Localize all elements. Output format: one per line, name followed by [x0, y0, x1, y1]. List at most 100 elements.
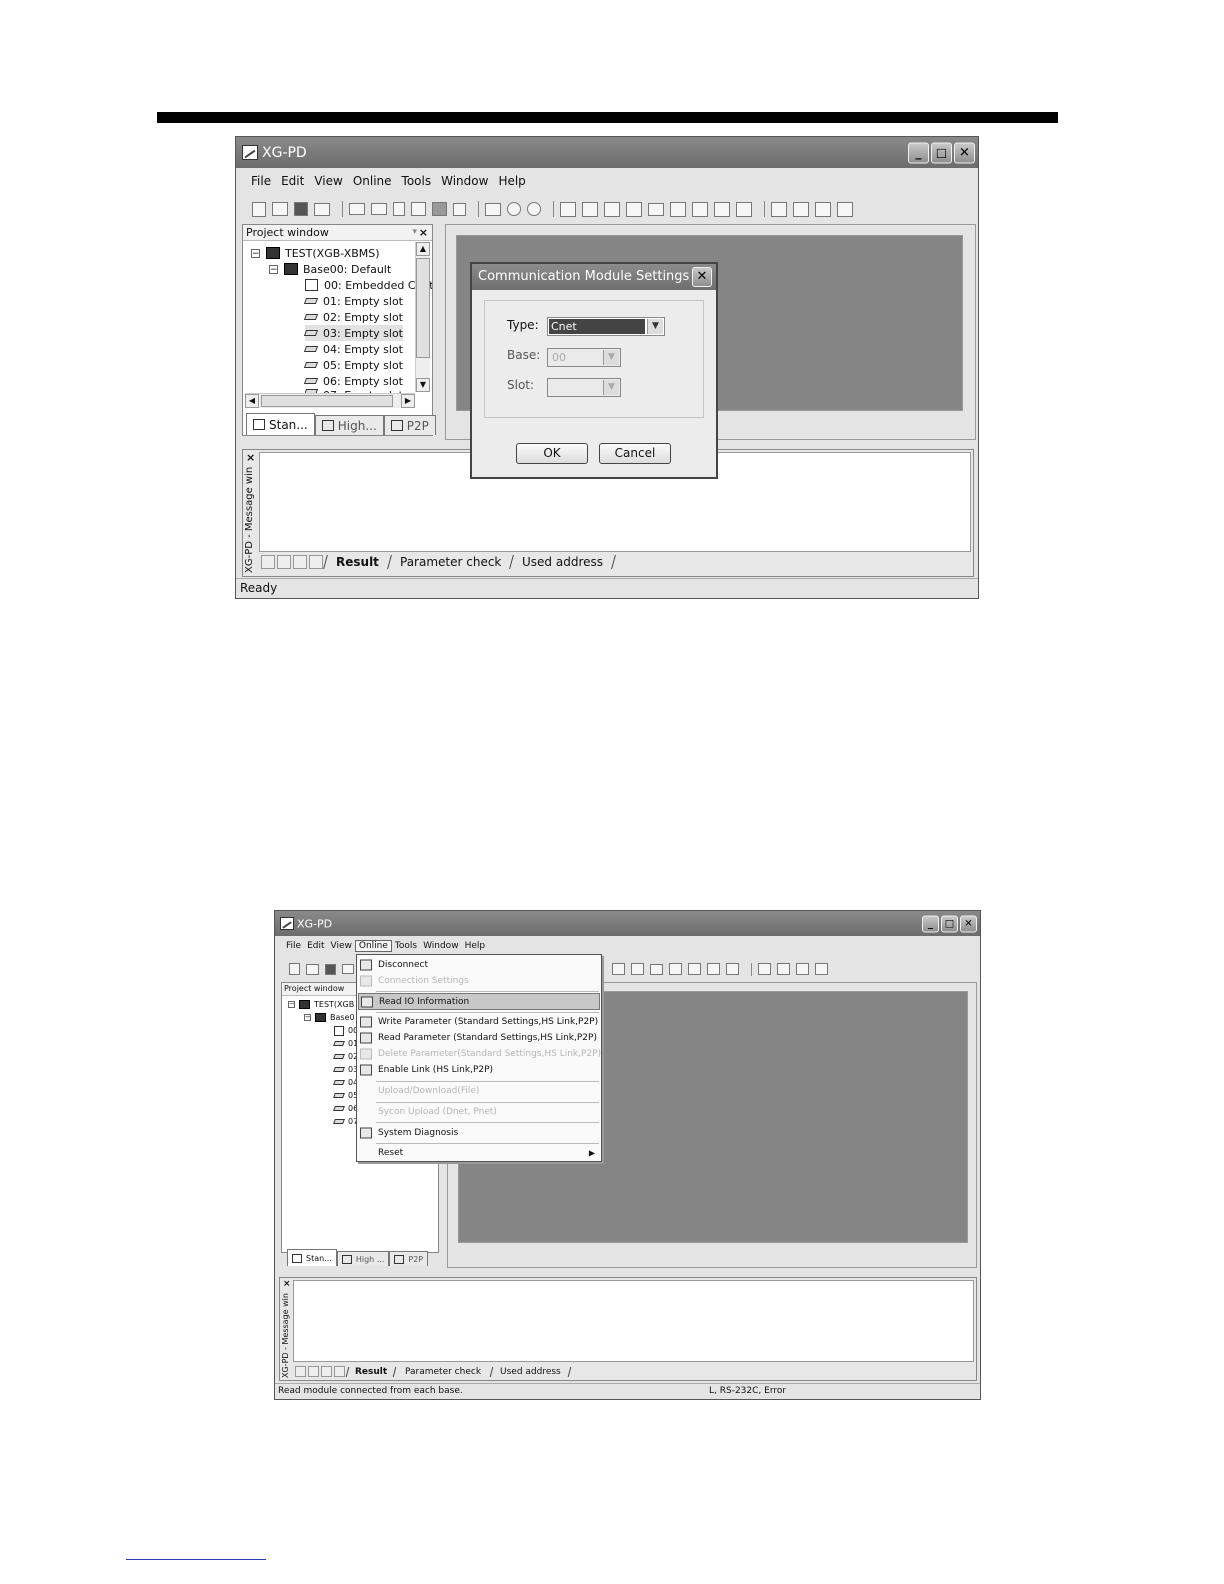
tab-standard[interactable]: Stan... [246, 413, 315, 435]
menu-tools[interactable]: Tools [397, 174, 437, 188]
tree-root[interactable]: − TEST(XGB-XBMS) [251, 245, 380, 261]
tab-standard[interactable]: Stan... [287, 1249, 337, 1266]
collapse-icon[interactable]: − [288, 1001, 295, 1008]
new-icon[interactable] [252, 201, 266, 217]
tree-slot-05[interactable]: 05: Empty slot [303, 357, 403, 373]
delete-param-icon[interactable] [650, 963, 663, 975]
close-icon[interactable]: × [419, 225, 428, 240]
undo-icon[interactable] [349, 203, 365, 215]
tree-slot-06[interactable]: 06 [333, 1102, 358, 1115]
prev-page-icon[interactable] [308, 1366, 319, 1377]
cascade-icon[interactable] [771, 201, 787, 217]
slot-select[interactable]: ▼ [547, 378, 621, 397]
first-page-icon[interactable] [261, 555, 275, 569]
monitor-icon[interactable] [726, 963, 739, 975]
disconnect-icon[interactable] [582, 201, 598, 217]
maximize-button[interactable]: □ [941, 915, 958, 932]
paste-icon[interactable] [432, 202, 447, 216]
chevron-down-icon[interactable]: ▼ [647, 319, 663, 334]
enable-link-icon[interactable] [670, 201, 686, 217]
tree-slot-05[interactable]: 05 [333, 1089, 358, 1102]
arrange-icon[interactable] [815, 963, 828, 975]
title-bar[interactable]: XG-PD _ □ ✕ [236, 137, 978, 168]
menu-online[interactable]: Online [354, 940, 392, 952]
chevron-down-icon[interactable]: ▼ [603, 380, 619, 395]
collapse-icon[interactable]: − [269, 264, 278, 274]
menu-window[interactable]: Window [420, 941, 462, 951]
next-page-icon[interactable] [321, 1366, 332, 1377]
write-param-icon[interactable] [612, 963, 625, 975]
menu-item-disconnect[interactable]: Disconnect [357, 957, 601, 973]
read-io-icon[interactable] [688, 963, 701, 975]
menu-view[interactable]: View [328, 941, 355, 951]
menu-online[interactable]: Online [348, 174, 397, 188]
tree-slot-04[interactable]: 04: Empty slot [303, 341, 403, 357]
tab-parameter-check[interactable]: Parameter check [392, 1366, 493, 1377]
monitor-icon[interactable] [736, 201, 752, 217]
last-page-icon[interactable] [334, 1366, 345, 1377]
tab-p2p[interactable]: P2P [383, 415, 436, 435]
redo-icon[interactable] [371, 203, 387, 215]
save-icon[interactable] [294, 202, 308, 216]
base-select[interactable]: 00 ▼ [547, 348, 621, 367]
tree-slot-00[interactable]: 00 [334, 1024, 358, 1037]
tab-used-address[interactable]: Used address [489, 1366, 572, 1377]
menu-item-system-diagnosis[interactable]: System Diagnosis [357, 1124, 601, 1141]
prev-page-icon[interactable] [277, 555, 291, 569]
horizontal-scrollbar[interactable]: ◀ ▶ [245, 393, 415, 408]
scroll-right-icon[interactable]: ▶ [401, 394, 415, 408]
write-param-icon[interactable] [604, 201, 620, 217]
menu-help[interactable]: Help [493, 174, 530, 188]
first-page-icon[interactable] [295, 1366, 306, 1377]
close-icon[interactable]: × [246, 451, 255, 464]
diagnosis-icon[interactable] [714, 201, 730, 217]
vertical-scrollbar[interactable]: ▲ ▼ [415, 242, 430, 392]
zoom-fit-icon[interactable] [485, 202, 501, 216]
cut-icon[interactable] [393, 202, 405, 216]
tab-result[interactable]: Result [323, 555, 391, 569]
open-icon[interactable] [306, 963, 319, 975]
menu-tools[interactable]: Tools [392, 941, 420, 951]
menu-file[interactable]: File [246, 174, 276, 188]
read-io-icon[interactable] [692, 201, 708, 217]
ok-button[interactable]: OK [516, 443, 588, 464]
tab-result[interactable]: Result [345, 1366, 396, 1377]
tree-slot-06[interactable]: 06: Empty slot [303, 373, 403, 389]
menu-item-reset[interactable]: Reset ▶ [357, 1145, 601, 1161]
menu-edit[interactable]: Edit [304, 941, 327, 951]
close-button[interactable]: ✕ [954, 142, 975, 163]
print-icon[interactable] [342, 964, 354, 974]
title-bar[interactable]: XG-PD _ □ ✕ [275, 911, 980, 936]
zoom-in-icon[interactable] [507, 202, 521, 216]
tab-p2p[interactable]: P2P [389, 1251, 429, 1266]
menu-item-enable-link[interactable]: Enable Link (HS Link,P2P) [357, 1062, 601, 1078]
menu-item-read-io-information[interactable]: Read IO Information [358, 993, 600, 1010]
collapse-icon[interactable]: − [251, 248, 260, 258]
type-select[interactable]: Cnet ▼ [547, 317, 665, 336]
tile-horizontal-icon[interactable] [793, 201, 809, 217]
diagnosis-icon[interactable] [707, 963, 720, 975]
tree-slot-00[interactable]: 00: Embedded Cnet [305, 277, 432, 293]
tree-slot-01[interactable]: 01 [333, 1037, 358, 1050]
dialog-title-bar[interactable]: Communication Module Settings ✕ [472, 264, 716, 290]
dialog-close-button[interactable]: ✕ [692, 267, 712, 287]
tree-slot-03[interactable]: 03 [333, 1063, 358, 1076]
read-param-icon[interactable] [631, 963, 644, 975]
new-icon[interactable] [289, 963, 300, 975]
tile-vertical-icon[interactable] [815, 201, 831, 217]
chevron-down-icon[interactable]: ▼ [603, 350, 619, 365]
zoom-out-icon[interactable] [527, 202, 541, 216]
tab-used-address[interactable]: Used address [509, 555, 617, 569]
tree-slot-02[interactable]: 02 [333, 1050, 358, 1063]
delete-param-icon[interactable] [648, 202, 664, 216]
tree-slot-03[interactable]: 03: Empty slot [303, 325, 403, 341]
tab-high-speed[interactable]: High ... [336, 1251, 390, 1266]
tree-root[interactable]: − TEST(XGB [288, 998, 354, 1011]
cascade-icon[interactable] [758, 963, 771, 975]
tree-base[interactable]: − Base00: Default [269, 261, 391, 277]
scroll-thumb[interactable] [261, 395, 393, 407]
tree-slot-07[interactable]: 07 [333, 1115, 358, 1128]
save-icon[interactable] [325, 963, 336, 975]
tab-high-speed[interactable]: High... [314, 415, 384, 435]
scroll-thumb[interactable] [416, 258, 430, 358]
